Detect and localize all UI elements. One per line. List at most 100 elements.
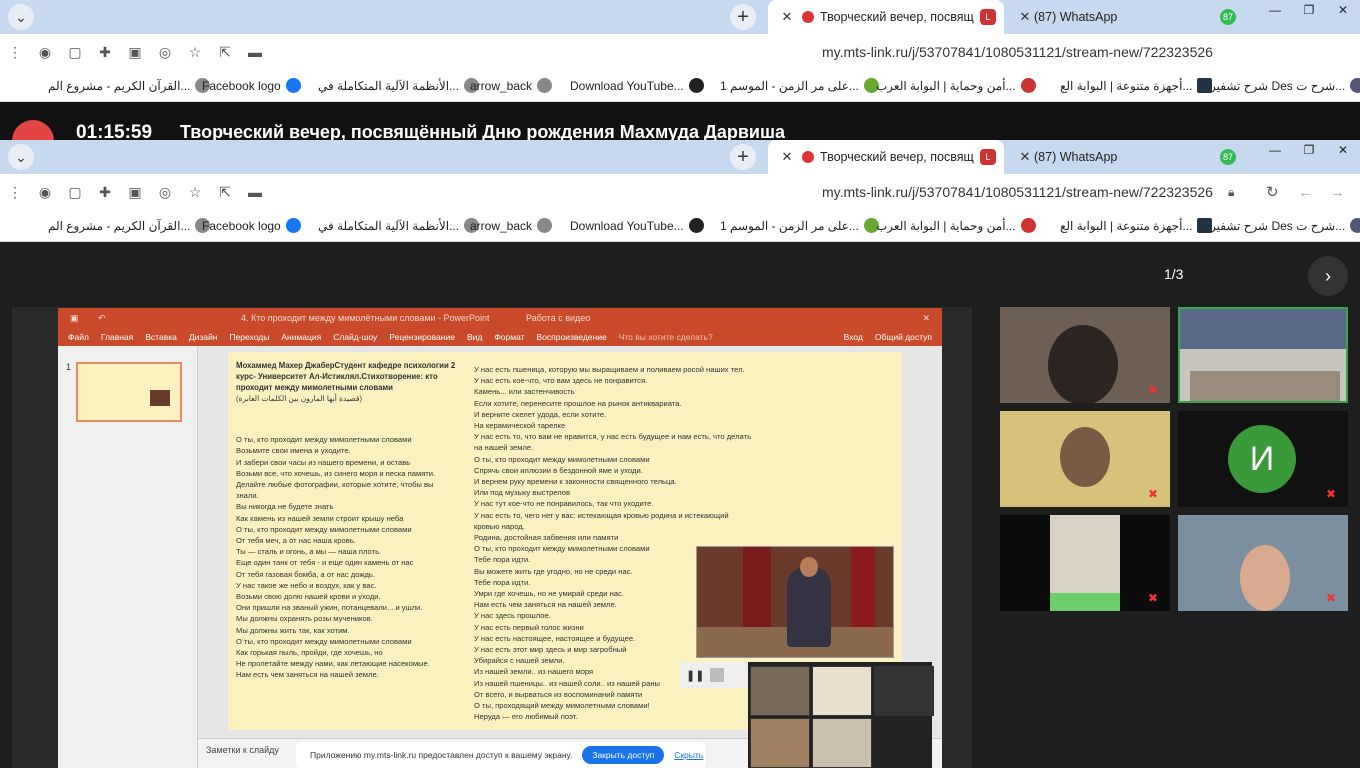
bookmark-item[interactable]: على مر الزمن - الموسم 1... [720,78,879,93]
menu-design[interactable]: Дизайн [189,332,218,342]
zoom-icon[interactable]: ◎ [150,44,180,61]
back-icon[interactable]: ← [1298,184,1313,201]
close-icon[interactable]: ✕ [1016,149,1034,165]
bookmark-item[interactable]: أجهزة متنوعة | البوابة الع... [1060,78,1213,93]
cast-icon[interactable]: ▬ [240,44,270,60]
extension-icon[interactable]: ◉ [30,44,60,61]
menu-dots-icon[interactable]: ⋮ [0,44,30,61]
bookmark-item[interactable]: Facebook logo [202,78,301,93]
extension-icon[interactable]: ▣ [120,184,150,201]
bookmark-item[interactable]: أجهزة متنوعة | البوابة الع... [1060,218,1213,233]
bookmark-item[interactable]: على مر الزمن - الموسم 1... [720,218,879,233]
url-text[interactable]: my.mts-link.ru/j/53707841/1080531121/str… [822,44,1213,60]
share-icon[interactable]: ⇱ [210,44,240,61]
slide-thumbnails: 1 [58,346,198,768]
poem-line: Ты — сталь и огонь, а мы — наша плоть. [236,547,382,557]
leave-call-icon[interactable] [12,120,54,140]
menu-slideshow[interactable]: Слайд-шоу [333,332,377,342]
menu-animation[interactable]: Анимация [281,332,321,342]
tell-me-input[interactable]: Что вы хотите сделать? [619,332,713,342]
participant-tile-active[interactable] [1178,307,1348,403]
bookmark-item[interactable]: الأنظمة الآلية المتكاملة في... [318,218,480,233]
bookmark-item[interactable]: شرح تشفير Des شرح ت... [1210,78,1360,93]
minimize-icon[interactable]: — [1258,140,1292,160]
poem-line: От всего, и вырваться из воспоминаний па… [474,689,643,699]
reload-icon[interactable]: ↻ [1266,183,1279,201]
participant-tile[interactable]: ✖ [1000,307,1170,403]
extension-icon[interactable]: ▣ [120,44,150,61]
poem-line: На керамической тарелке [474,421,566,431]
maximize-icon[interactable]: ❐ [1292,0,1326,20]
embedded-video[interactable] [696,546,894,658]
menu-home[interactable]: Главная [101,332,133,342]
bookmark-item[interactable]: شرح تشفير Des شرح ت... [1210,218,1360,233]
bookmark-item[interactable]: أمن وحماية | البوابة العرب... [876,78,1036,93]
bookmark-item[interactable]: الأنظمة الآلية المتكاملة في... [318,78,480,93]
tab-event[interactable]: ✕ Творческий вечер, посвящ L [768,0,1004,34]
minimize-icon[interactable]: — [1258,0,1292,20]
poem-line: У нас есть то, что вам не нравится, у на… [474,432,752,442]
forward-icon[interactable]: → [1330,184,1345,201]
participant-tile[interactable]: ✖ [1000,515,1170,611]
share-icon[interactable]: ⇱ [210,184,240,201]
tab-whatsapp[interactable]: ✕ (87) WhatsApp 87 [1006,140,1244,174]
bookmark-item[interactable]: arrow_back [470,78,553,93]
participant-tile[interactable]: ✖ [1000,411,1170,507]
slide-thumbnail[interactable] [76,362,182,422]
bookmark-item[interactable]: Download YouTube... [570,78,704,93]
tab-whatsapp[interactable]: ✕ (87) WhatsApp 87 [1006,0,1244,34]
extension-icon[interactable]: ◉ [30,184,60,201]
zoom-icon[interactable]: ◎ [150,184,180,201]
participant-tile[interactable]: ✖ [1178,515,1348,611]
maximize-icon[interactable]: ❐ [1292,140,1326,160]
ppt-titlebar: ▣ ↶ 4. Кто проходит между мимолётными сл… [58,308,942,328]
pause-icon[interactable]: ❚❚ [686,669,704,682]
hide-banner-link[interactable]: Скрыть [674,750,703,760]
chevron-down-icon[interactable]: ⌄ [8,4,34,30]
menu-insert[interactable]: Вставка [145,332,177,342]
puzzle-icon[interactable]: ✚ [90,184,120,201]
star-icon[interactable]: ☆ [180,44,210,61]
menu-format[interactable]: Формат [494,332,524,342]
plus-icon[interactable]: + [730,4,756,30]
save-icon[interactable]: ▣ [70,313,79,324]
bookmark-item[interactable]: Download YouTube... [570,218,704,233]
menu-view[interactable]: Вид [467,332,482,342]
stop-icon[interactable] [710,668,725,682]
bookmark-item[interactable]: أمن وحماية | البوابة العرب... [876,218,1036,233]
close-icon[interactable]: ✕ [922,313,930,324]
sidebar-icon[interactable]: ▢ [60,184,90,201]
poem-line: знали. [236,491,259,501]
tab-strip: ⌄ + ✕ Творческий вечер, посвящ L ✕ (87) … [0,140,1360,174]
puzzle-icon[interactable]: ✚ [90,44,120,61]
undo-icon[interactable]: ↶ [98,313,106,324]
close-icon[interactable]: ✕ [1016,9,1034,25]
stop-sharing-button[interactable]: Закрыть доступ [582,746,665,764]
participant-tile[interactable]: И ✖ [1178,411,1348,507]
url-text[interactable]: my.mts-link.ru/j/53707841/1080531121/str… [822,184,1213,200]
bookmark-item[interactable]: القرآن الكريم - مشروع الم... [48,78,211,93]
menu-transitions[interactable]: Переходы [229,332,269,342]
share-button[interactable]: Общий доступ [875,332,932,342]
close-icon[interactable]: ✕ [778,149,796,165]
plus-icon[interactable]: + [730,144,756,170]
menu-dots-icon[interactable]: ⋮ [0,184,30,201]
chevron-right-icon[interactable]: › [1308,256,1348,296]
bookmark-item[interactable]: القرآن الكريم - مشروع الم... [48,218,211,233]
close-window-icon[interactable]: ✕ [1326,0,1360,20]
menu-review[interactable]: Рецензирование [389,332,455,342]
close-icon[interactable]: ✕ [778,9,796,25]
cast-icon[interactable]: ▬ [240,184,270,200]
chevron-down-icon[interactable]: ⌄ [8,144,34,170]
star-icon[interactable]: ☆ [180,184,210,201]
mts-icon: L [980,149,996,165]
menu-file[interactable]: Файл [68,332,89,342]
bookmark-item[interactable]: arrow_back [470,218,553,233]
lock-icon[interactable]: 🔒︎ [1228,185,1234,200]
sign-in-link[interactable]: Вход [844,332,863,342]
menu-playback[interactable]: Воспроизведение [537,332,607,342]
tab-event[interactable]: ✕ Творческий вечер, посвящ L [768,140,1004,174]
bookmark-item[interactable]: Facebook logo [202,218,301,233]
sidebar-icon[interactable]: ▢ [60,44,90,61]
close-window-icon[interactable]: ✕ [1326,140,1360,160]
